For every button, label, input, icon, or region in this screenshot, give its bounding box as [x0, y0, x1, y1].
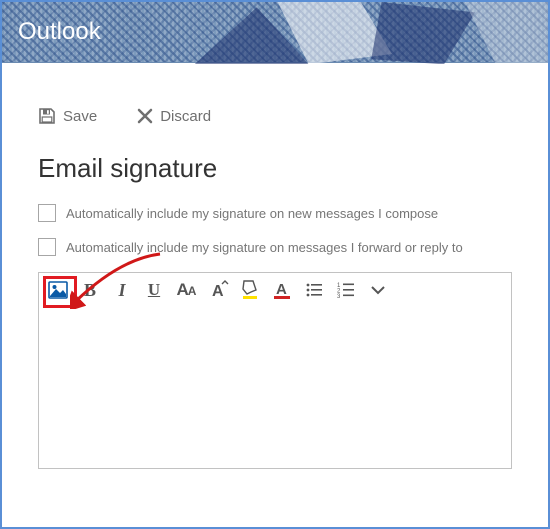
image-icon — [48, 281, 68, 299]
highlight-button[interactable] — [239, 279, 261, 301]
content-area: Save Discard Email signature Automatical… — [2, 63, 548, 489]
svg-text:3: 3 — [337, 294, 341, 300]
bulleted-list-icon — [305, 281, 323, 299]
insert-image-button[interactable] — [47, 279, 69, 301]
more-formatting-button[interactable] — [367, 279, 389, 301]
editor-toolbar: B I U AA A — [39, 273, 511, 307]
save-icon — [38, 107, 56, 125]
label-auto-new: Automatically include my signature on ne… — [66, 206, 438, 221]
bulleted-list-button[interactable] — [303, 279, 325, 301]
action-bar: Save Discard — [38, 107, 512, 125]
bold-button[interactable]: B — [79, 279, 101, 301]
option-auto-new: Automatically include my signature on ne… — [38, 204, 512, 222]
italic-button[interactable]: I — [111, 279, 133, 301]
highlight-icon — [241, 280, 259, 300]
grow-font-button[interactable]: A — [207, 279, 229, 301]
checkbox-auto-new[interactable] — [38, 204, 56, 222]
underline-button[interactable]: U — [143, 279, 165, 301]
app-title: Outlook — [18, 18, 101, 46]
save-label: Save — [63, 108, 97, 125]
underline-icon: U — [148, 280, 160, 300]
font-color-button[interactable]: A — [271, 279, 293, 301]
svg-text:A: A — [212, 283, 224, 300]
chevron-down-icon — [370, 282, 386, 298]
grow-font-icon: A — [208, 280, 228, 300]
label-auto-reply: Automatically include my signature on me… — [66, 240, 463, 255]
font-color-icon: A — [273, 280, 291, 300]
numbered-list-button[interactable]: 1 2 3 — [335, 279, 357, 301]
bold-icon: B — [84, 280, 96, 301]
font-size-button[interactable]: AA — [175, 279, 197, 301]
option-auto-reply: Automatically include my signature on me… — [38, 238, 512, 256]
save-button[interactable]: Save — [38, 107, 97, 125]
window: Outlook Save — [0, 0, 550, 529]
signature-textarea[interactable] — [39, 307, 511, 468]
signature-editor: B I U AA A — [38, 272, 512, 469]
discard-label: Discard — [160, 108, 211, 125]
font-size-icon: AA — [177, 280, 196, 300]
checkbox-auto-reply[interactable] — [38, 238, 56, 256]
italic-icon: I — [118, 280, 125, 301]
app-header: Outlook — [2, 2, 548, 63]
page-title: Email signature — [38, 153, 512, 184]
numbered-list-icon: 1 2 3 — [337, 281, 355, 299]
svg-text:A: A — [276, 281, 287, 298]
discard-button[interactable]: Discard — [137, 108, 211, 125]
close-icon — [137, 108, 153, 124]
